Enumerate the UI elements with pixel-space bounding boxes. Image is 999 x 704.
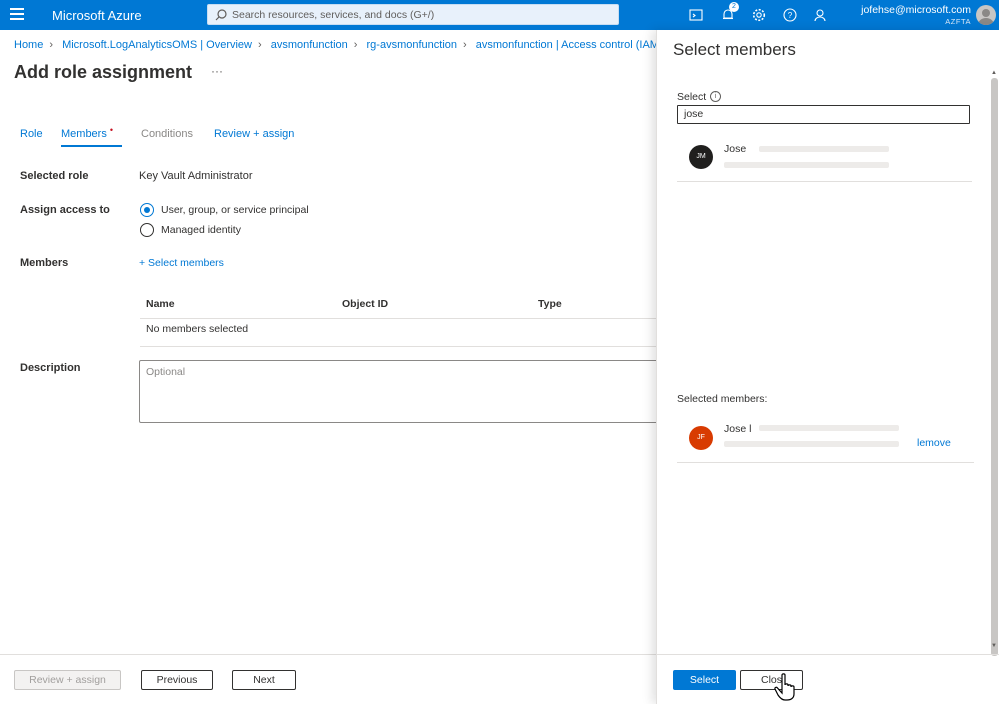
breadcrumb-resource-group[interactable]: rg-avsmonfunction xyxy=(367,39,458,51)
gear-icon[interactable] xyxy=(751,7,767,23)
radio-user-group-label[interactable]: User, group, or service principal xyxy=(161,204,309,216)
search-placeholder: Search resources, services, and docs (G+… xyxy=(232,9,435,21)
select-members-link[interactable]: + Select members xyxy=(139,257,224,269)
chevron-right-icon: › xyxy=(258,39,262,51)
previous-button[interactable]: Previous xyxy=(141,670,213,690)
result-name: Jose xyxy=(724,143,747,155)
search-icon xyxy=(215,9,227,21)
column-header-name[interactable]: Name xyxy=(146,298,175,310)
panel-footer-divider xyxy=(657,654,999,655)
selected-members-label: Selected members: xyxy=(677,393,768,405)
chevron-right-icon: › xyxy=(463,39,467,51)
remove-member-link[interactable]: lemove xyxy=(917,437,951,449)
chevron-right-icon: › xyxy=(353,39,358,51)
account-directory: AZFTA xyxy=(945,17,971,26)
column-header-type[interactable]: Type xyxy=(538,298,562,310)
page-title: Add role assignment xyxy=(14,62,193,82)
panel-title: Select members xyxy=(673,40,796,59)
members-label: Members xyxy=(20,257,69,269)
radio-managed-identity[interactable] xyxy=(140,223,154,237)
select-members-panel: Select members Select i jose JM Jose Sel… xyxy=(656,30,999,704)
required-indicator: • xyxy=(109,125,114,135)
redacted-text xyxy=(724,441,899,447)
notification-badge: 2 xyxy=(729,2,739,12)
review-assign-button[interactable]: Review + assign xyxy=(14,670,121,690)
selected-member-item: JF Jose l lemove xyxy=(677,413,974,463)
scrollbar[interactable] xyxy=(991,78,998,656)
footer-divider xyxy=(0,654,656,655)
tab-role[interactable]: Role xyxy=(20,128,43,140)
tab-members-label: Members xyxy=(61,128,107,140)
radio-user-group[interactable] xyxy=(140,203,154,217)
help-icon[interactable]: ? xyxy=(782,7,798,23)
scroll-down-arrow-icon[interactable]: ▼ xyxy=(991,643,997,649)
global-search-input[interactable]: Search resources, services, and docs (G+… xyxy=(207,4,619,25)
avatar[interactable] xyxy=(976,5,996,25)
redacted-text xyxy=(759,425,899,431)
breadcrumb: Home › Microsoft.LogAnalyticsOMS | Overvi… xyxy=(14,39,659,51)
user-avatar-icon xyxy=(978,9,994,25)
search-result-item[interactable]: JM Jose xyxy=(677,134,972,182)
account-info[interactable]: jofehse@microsoft.com AZFTA xyxy=(861,4,971,26)
member-search-input[interactable]: jose xyxy=(677,105,970,124)
table-divider xyxy=(140,346,656,347)
selected-member-name: Jose l xyxy=(724,423,752,435)
breadcrumb-loganalytics[interactable]: Microsoft.LogAnalyticsOMS | Overview xyxy=(62,39,252,51)
breadcrumb-home[interactable]: Home xyxy=(14,39,43,51)
hand-pointer-cursor-icon xyxy=(774,673,795,701)
account-email: jofehse@microsoft.com xyxy=(861,4,971,16)
tab-members[interactable]: Members • xyxy=(61,125,114,140)
table-empty-text: No members selected xyxy=(146,323,249,335)
selected-role-label: Selected role xyxy=(20,170,89,182)
selected-role-value: Key Vault Administrator xyxy=(139,170,253,182)
more-options-icon[interactable]: ··· xyxy=(211,64,223,78)
cloud-shell-icon[interactable] xyxy=(688,7,704,23)
top-bar: Microsoft Azure Search resources, servic… xyxy=(0,0,999,30)
select-label: Select xyxy=(677,91,707,103)
breadcrumb-function[interactable]: avsmonfunction xyxy=(271,39,348,51)
next-button[interactable]: Next xyxy=(232,670,296,690)
table-divider xyxy=(140,318,656,319)
description-placeholder: Optional xyxy=(146,366,186,378)
result-avatar: JM xyxy=(689,145,713,169)
scroll-up-arrow-icon[interactable]: ▲ xyxy=(991,70,997,76)
chevron-right-icon: › xyxy=(49,39,54,51)
selected-member-avatar: JF xyxy=(689,426,713,450)
svg-text:?: ? xyxy=(788,11,793,20)
tab-review-assign[interactable]: Review + assign xyxy=(214,128,294,140)
info-icon[interactable]: i xyxy=(710,91,721,102)
redacted-text xyxy=(759,146,889,152)
select-button[interactable]: Select xyxy=(673,670,736,690)
tab-conditions[interactable]: Conditions xyxy=(141,128,193,140)
column-header-object-id[interactable]: Object ID xyxy=(342,298,388,310)
description-textarea[interactable]: Optional xyxy=(139,360,659,423)
brand-name[interactable]: Microsoft Azure xyxy=(52,8,142,23)
description-label: Description xyxy=(20,362,81,374)
radio-managed-identity-label[interactable]: Managed identity xyxy=(161,224,241,236)
assign-access-label: Assign access to xyxy=(20,204,110,216)
active-tab-indicator xyxy=(61,145,122,147)
menu-icon[interactable] xyxy=(10,8,24,20)
feedback-icon[interactable] xyxy=(813,7,829,23)
redacted-text xyxy=(724,162,889,168)
breadcrumb-access-control[interactable]: avsmonfunction | Access control (IAM xyxy=(476,39,659,51)
